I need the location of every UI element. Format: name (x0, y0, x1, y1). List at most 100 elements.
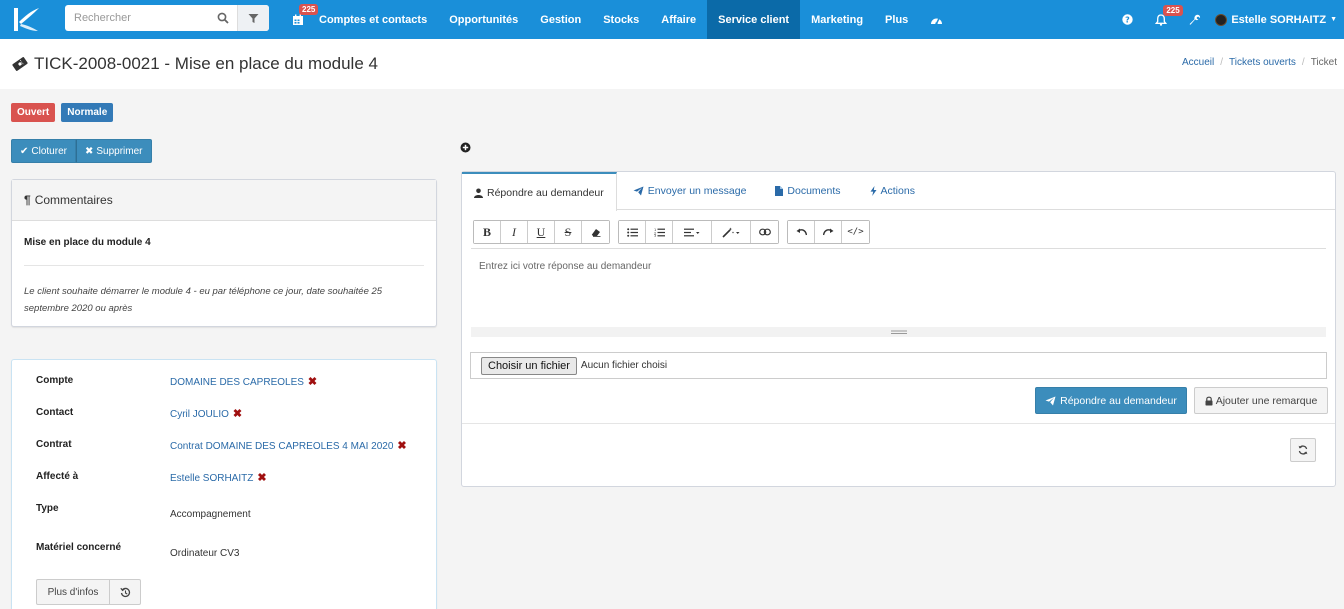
tab-envoyer-message[interactable]: Envoyer un message (617, 172, 759, 210)
strikethrough-button[interactable]: S (555, 221, 582, 243)
paper-plane-icon (1045, 396, 1056, 405)
top-navbar: 225 Comptes et contacts Opportunités Ges… (0, 0, 1344, 39)
file-status: Aucun fichier choisi (580, 360, 668, 371)
reply-button[interactable]: Répondre au demandeur (1035, 387, 1187, 414)
bullet-list-button[interactable] (619, 221, 646, 243)
italic-button[interactable]: I (501, 221, 528, 243)
pilcrow-icon: ¶ (24, 193, 31, 207)
code-view-button[interactable]: </> (842, 221, 869, 243)
breadcrumb: Accueil / Tickets ouverts / Ticket (1182, 57, 1337, 68)
breadcrumb-accueil[interactable]: Accueil (1182, 57, 1214, 68)
priority-badge: Normale (61, 103, 114, 122)
settings-button[interactable] (1177, 0, 1209, 39)
numbered-list-button[interactable]: 123 (646, 221, 673, 243)
info-value: Contrat DOMAINE DES CAPREOLES 4 MAI 2020… (170, 439, 407, 452)
delete-ticket-button[interactable]: ✖ Supprimer (75, 139, 152, 163)
filter-icon[interactable] (237, 5, 269, 31)
toolbar-group-history: </> (787, 220, 870, 244)
redo-button[interactable] (815, 221, 842, 243)
wrench-icon (1190, 14, 1201, 25)
plus-circle-icon[interactable] (460, 142, 471, 153)
nav-service-client[interactable]: Service client (707, 0, 801, 39)
add-note-label: Ajouter une remarque (1215, 394, 1318, 407)
notifications-button[interactable]: 225 (1141, 0, 1183, 39)
ticket-info-box: Compte DOMAINE DES CAPREOLES ✖ Contact Cy… (11, 359, 437, 609)
eraser-button[interactable] (582, 221, 609, 243)
link-icon (758, 228, 771, 236)
contract-link[interactable]: Contrat DOMAINE DES CAPREOLES 4 MAI 2020 (170, 441, 393, 452)
more-info-button[interactable]: Plus d'infos (36, 579, 110, 605)
contact-link[interactable]: Cyril JOULIO (170, 409, 229, 420)
nav-gestion[interactable]: Gestion (529, 0, 592, 39)
nav-marketing[interactable]: Marketing (800, 0, 874, 39)
account-link[interactable]: DOMAINE DES CAPREOLES (170, 377, 304, 388)
page-header: TICK-2008-0021 - Mise en place du module… (0, 39, 1344, 89)
info-key: Compte (36, 375, 74, 386)
nav-opportunites[interactable]: Opportunités (438, 0, 529, 39)
history-button[interactable] (110, 579, 141, 605)
breadcrumb-current: Ticket (1310, 57, 1337, 68)
breadcrumb-tickets-ouverts[interactable]: Tickets ouverts (1229, 57, 1296, 68)
info-value: DOMAINE DES CAPREOLES ✖ (170, 375, 317, 388)
reply-button-label: Répondre au demandeur (1060, 394, 1177, 407)
magic-style-button[interactable] (712, 221, 751, 243)
search-icon[interactable] (209, 5, 237, 31)
comment-title: Mise en place du module 4 (24, 237, 151, 248)
info-value: Ordinateur CV3 (170, 548, 240, 559)
eraser-icon (591, 228, 600, 237)
user-menu[interactable]: Estelle SORHAITZ ▼ (1209, 13, 1344, 26)
main-menu: 225 Comptes et contacts Opportunités Ges… (284, 0, 954, 39)
divider (24, 265, 424, 266)
refresh-button[interactable] (1290, 438, 1316, 462)
cross-icon: ✖ (84, 145, 94, 157)
assignee-link[interactable]: Estelle SORHAITZ (170, 473, 253, 484)
nav-comptes-contacts[interactable]: Comptes et contacts (308, 0, 438, 39)
reply-editor[interactable]: Entrez ici votre réponse au demandeur (479, 261, 651, 272)
page-title: TICK-2008-0021 - Mise en place du module… (11, 54, 378, 74)
dashboard-menu[interactable] (919, 0, 954, 39)
nav-affaire[interactable]: Affaire (650, 0, 707, 39)
calendar-menu[interactable]: 225 (284, 0, 319, 39)
tab-repondre[interactable]: Répondre au demandeur (462, 172, 617, 211)
underline-button[interactable]: U (528, 221, 555, 243)
tab-label: Envoyer un message (647, 185, 747, 197)
breadcrumb-separator: / (1220, 57, 1224, 68)
info-value: Estelle SORHAITZ ✖ (170, 471, 267, 484)
align-left-icon (684, 228, 700, 236)
nav-stocks[interactable]: Stocks (592, 0, 650, 39)
tab-documents[interactable]: Documents (758, 172, 852, 210)
tab-actions[interactable]: Actions (853, 172, 927, 210)
remove-icon[interactable]: ✖ (397, 440, 406, 452)
remove-icon[interactable]: ✖ (257, 472, 266, 484)
reply-panel: Répondre au demandeur Envoyer un message… (461, 171, 1336, 487)
info-value: Cyril JOULIO ✖ (170, 407, 242, 420)
remove-icon[interactable]: ✖ (233, 408, 242, 420)
undo-icon (796, 228, 807, 236)
info-value: Accompagnement (170, 509, 251, 520)
user-name: Estelle SORHAITZ (1231, 13, 1327, 26)
calendar-icon (293, 14, 303, 25)
choose-file-button[interactable]: Choisir un fichier (481, 356, 577, 375)
align-dropdown-button[interactable] (673, 221, 712, 243)
info-key: Contact (36, 407, 74, 418)
tab-label: Actions (880, 185, 915, 197)
search-bar (65, 5, 269, 31)
bold-button[interactable]: B (474, 221, 501, 243)
file-icon (775, 186, 784, 196)
close-ticket-button[interactable]: ✔ Cloturer (11, 139, 76, 163)
undo-button[interactable] (788, 221, 815, 243)
remove-icon[interactable]: ✖ (308, 376, 317, 388)
add-note-button[interactable]: Ajouter une remarque (1194, 387, 1328, 414)
app-logo-icon[interactable] (11, 6, 41, 33)
editor-resize-handle[interactable] (471, 327, 1326, 337)
svg-text:?: ? (1125, 15, 1130, 24)
navbar-right: ? 225 Estelle SORHAITZ ▼ (1114, 0, 1344, 39)
search-input[interactable] (65, 6, 209, 30)
help-button[interactable]: ? (1114, 0, 1141, 39)
ticket-actions: ✔ Cloturer ✖ Supprimer (11, 139, 152, 163)
refresh-icon (1298, 445, 1308, 455)
nav-plus[interactable]: Plus (874, 0, 919, 39)
divider (462, 423, 1335, 424)
user-icon (474, 188, 483, 198)
link-button[interactable] (751, 221, 778, 243)
